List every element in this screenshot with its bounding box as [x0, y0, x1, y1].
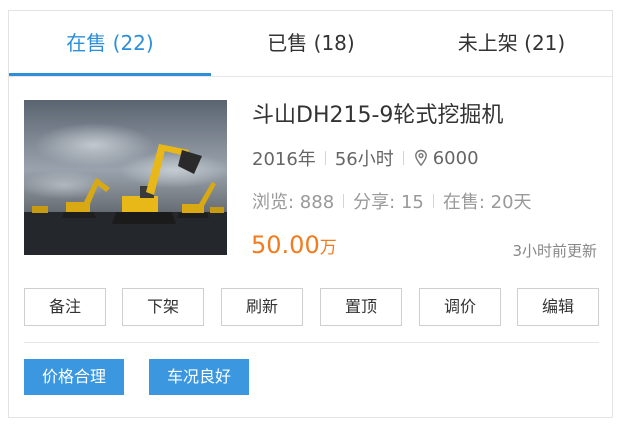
note-button[interactable]: 备注: [24, 288, 106, 326]
separator: [343, 194, 345, 208]
location-text: 6000: [432, 147, 479, 169]
hours-text: 56小时: [334, 149, 394, 170]
price-value: 50.00: [251, 231, 320, 259]
pin-to-top-button[interactable]: 置顶: [320, 288, 402, 326]
status-tabs: 在售 (22) 已售 (18) 未上架 (21): [9, 11, 612, 77]
listing-stats: 浏览: 888 分享: 15 在售: 20天: [252, 188, 532, 214]
separator: [324, 151, 326, 165]
views-count: 浏览: 888: [252, 192, 335, 213]
active-tab-indicator: [9, 73, 211, 76]
listing-title[interactable]: 斗山DH215-9轮式挖掘机: [252, 97, 503, 129]
divider: [24, 342, 599, 343]
price-unit: 万: [319, 238, 337, 258]
delist-button[interactable]: 下架: [122, 288, 204, 326]
listing-thumbnail[interactable]: [24, 100, 227, 255]
tab-sold[interactable]: 已售 (18): [211, 11, 411, 75]
tag-fair-price: 价格合理: [24, 359, 125, 395]
action-buttons: 备注 下架 刷新 置顶 调价 编辑: [24, 288, 599, 326]
location-pin-icon: [413, 149, 429, 167]
excavator-photo: [24, 100, 227, 255]
tab-on-sale[interactable]: 在售 (22): [9, 11, 211, 75]
separator: [402, 151, 404, 165]
shares-count: 分享: 15: [353, 192, 424, 213]
updated-time: 3小时前更新: [512, 242, 597, 260]
edit-button[interactable]: 编辑: [517, 288, 599, 326]
refresh-button[interactable]: 刷新: [221, 288, 303, 326]
tag-good-condition: 车况良好: [149, 359, 250, 395]
tab-unlisted[interactable]: 未上架 (21): [411, 11, 612, 75]
year-text: 2016年: [252, 149, 316, 170]
price: 50.00万: [251, 231, 337, 259]
listing-card: 在售 (22) 已售 (18) 未上架 (21) 斗山DH215-9轮式挖掘机 …: [8, 10, 613, 418]
separator: [432, 194, 434, 208]
listing-meta: 2016年 56小时 6000: [252, 145, 479, 171]
on-sale-duration: 在售: 20天: [442, 192, 532, 213]
adjust-price-button[interactable]: 调价: [419, 288, 501, 326]
